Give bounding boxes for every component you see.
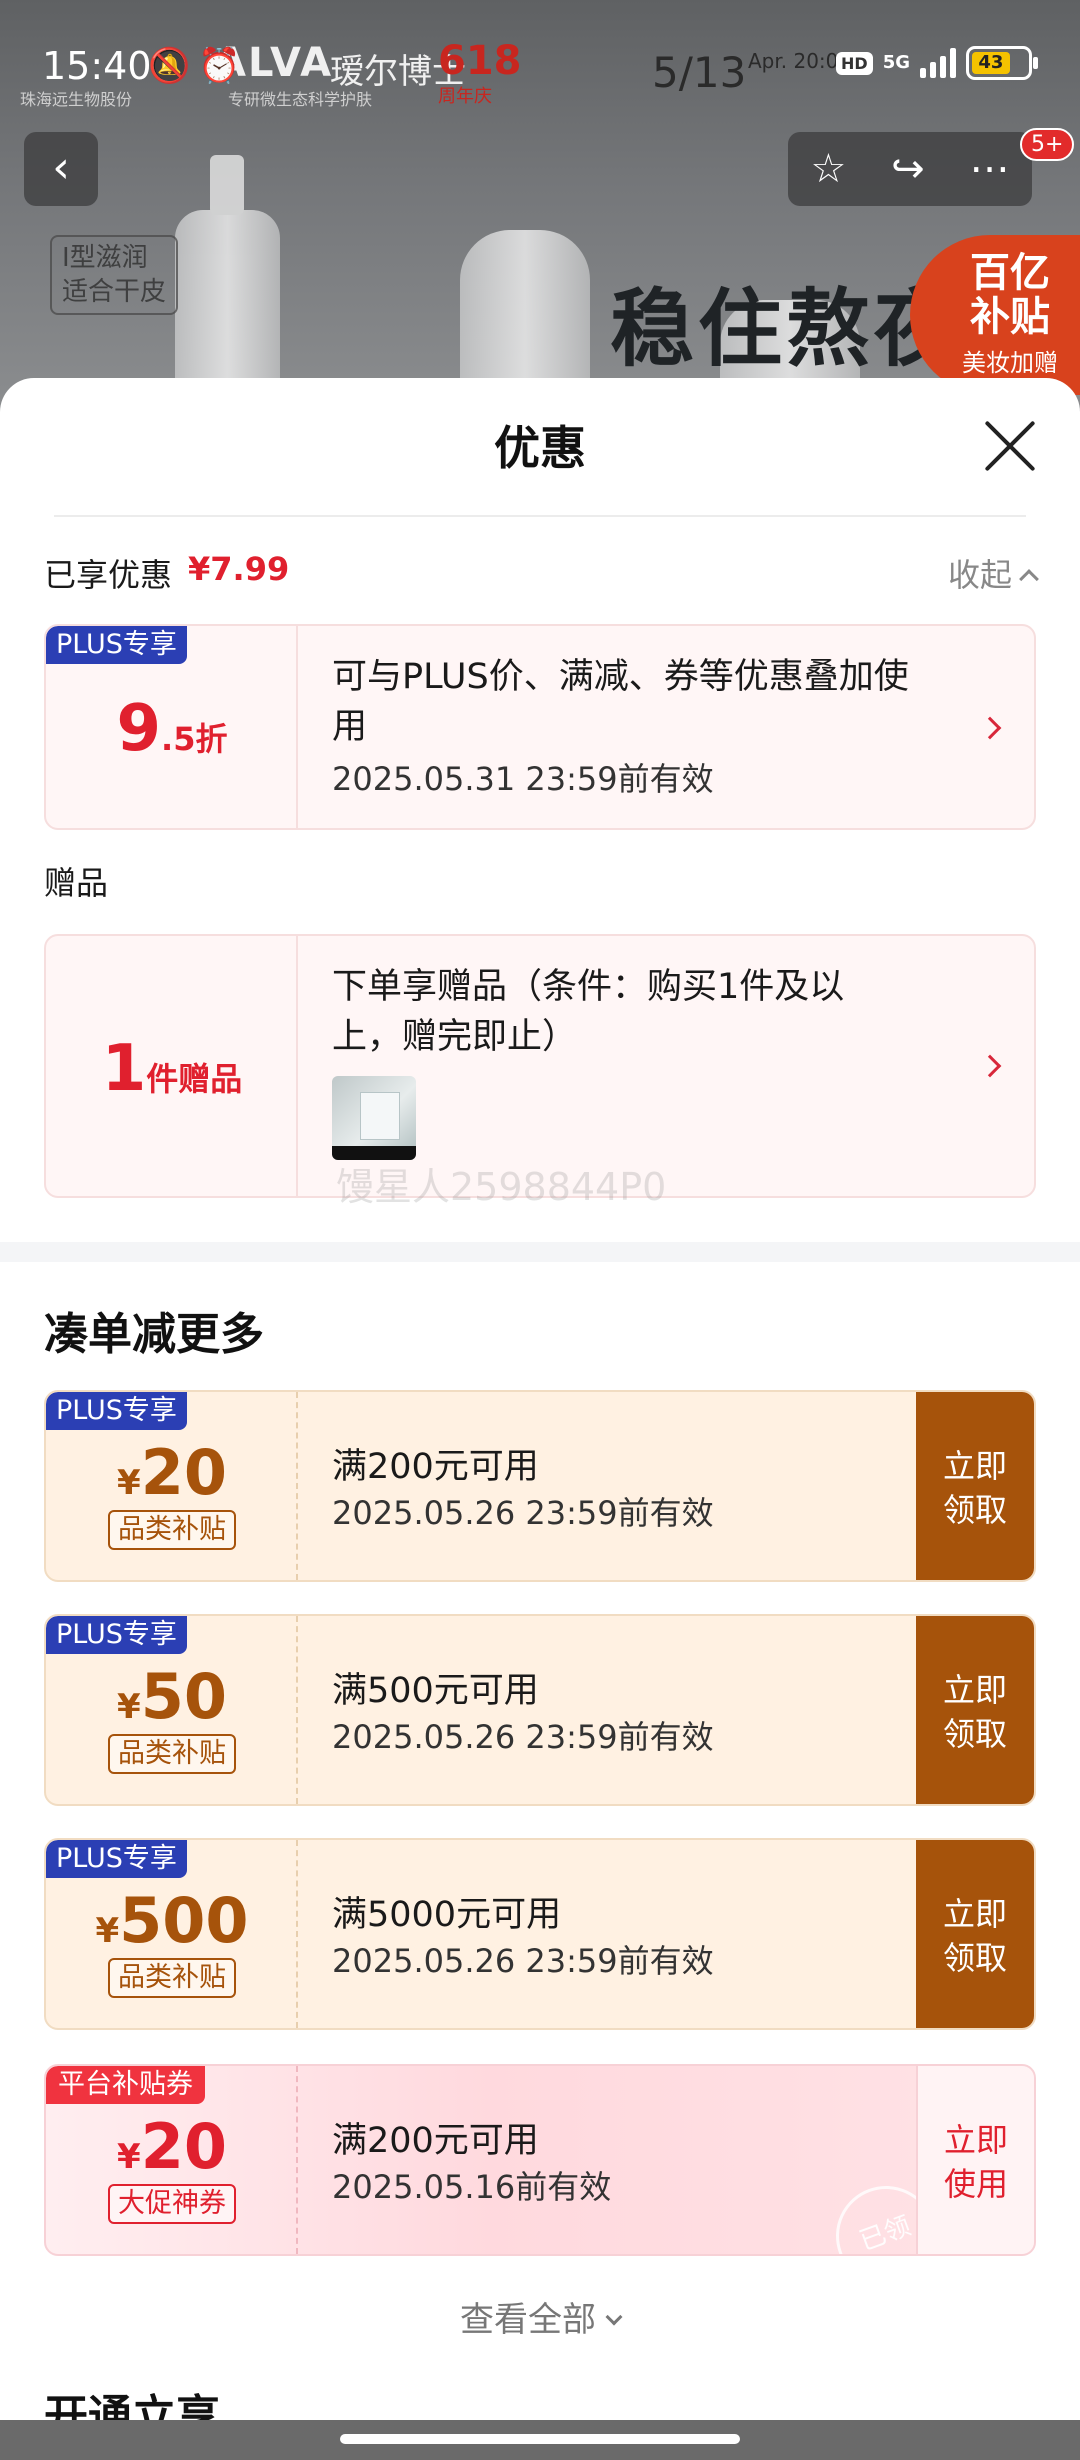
- network-type: 5G: [882, 52, 910, 73]
- star-icon[interactable]: ☆: [810, 146, 846, 192]
- alarm-icon: ⏰: [198, 46, 249, 86]
- use-coupon-button[interactable]: 立即 使用: [916, 2066, 1034, 2254]
- claim-coupon-button[interactable]: 立即 领取: [916, 1840, 1034, 2028]
- enjoyed-label: 已享优惠: [44, 556, 173, 594]
- claim-coupon-button[interactable]: 立即 领取: [916, 1616, 1034, 1804]
- hd-icon: HD: [836, 51, 873, 75]
- coupon-amount: ¥20: [117, 2110, 227, 2183]
- chevron-down-icon: [605, 2308, 623, 2326]
- coupon-condition: 满200元可用: [332, 2121, 539, 2161]
- chevron-right-icon: [978, 1054, 1002, 1078]
- message-count-badge: 5+: [1020, 128, 1075, 161]
- platform-coupon-card: 平台补贴券 ¥20 大促神券 满200元可用 2025.05.16前有效 已领 …: [44, 2064, 1036, 2256]
- skin-type-tag: I型滋润 适合干皮: [50, 235, 179, 315]
- plus-tag: PLUS专享: [46, 626, 187, 664]
- chevron-up-icon: [1019, 569, 1039, 589]
- coupon-valid-date: 2025.05.26 23:59前有效: [332, 1942, 714, 1980]
- gift-description: 下单享赠品（条件：购买1件及以上，赠完即止）: [332, 967, 845, 1057]
- gift-section-label: 赠品: [44, 864, 109, 902]
- discount-description: 可与PLUS价、满减、券等优惠叠加使用: [332, 657, 909, 747]
- sheet-title: 优惠: [494, 421, 586, 475]
- close-icon[interactable]: [982, 418, 1038, 474]
- chevron-left-icon: ‹: [52, 142, 70, 193]
- chevron-right-icon: [978, 716, 1002, 740]
- gift-product-image: [332, 1076, 416, 1160]
- coupon-condition: 满500元可用: [332, 1671, 539, 1711]
- coupon-amount: ¥50: [117, 1660, 227, 1733]
- coupon-amount: ¥20: [117, 1436, 227, 1509]
- discount-value: 9.5折: [116, 692, 228, 766]
- nav-actions: ☆ ↪ ⋯: [788, 132, 1032, 206]
- coupon-condition: 满5000元可用: [332, 1895, 562, 1935]
- plus-tag: PLUS专享: [46, 1616, 187, 1654]
- coupon-kind-badge: 大促神券: [108, 2184, 236, 2224]
- battery-icon: 43: [966, 46, 1038, 80]
- coupon-kind-badge: 品类补贴: [108, 1510, 236, 1550]
- claim-coupon-button[interactable]: 立即 领取: [916, 1392, 1034, 1580]
- enjoyed-discount-row: 已享优惠 ¥7.99 收起: [44, 546, 1039, 596]
- home-indicator[interactable]: [340, 2434, 740, 2444]
- coupon-card: PLUS专享 ¥50 品类补贴 满500元可用 2025.05.26 23:59…: [44, 1614, 1036, 1806]
- more-discount-title: 凑单减更多: [44, 1309, 264, 1360]
- coupon-valid-date: 2025.05.16前有效: [332, 2168, 612, 2206]
- signal-icon: [920, 48, 956, 78]
- gift-count: 1件赠品: [101, 1032, 243, 1106]
- coupon-card: PLUS专享 ¥20 品类补贴 满200元可用 2025.05.26 23:59…: [44, 1390, 1036, 1582]
- divider: [54, 515, 1026, 517]
- coupon-card: PLUS专享 ¥500 品类补贴 满5000元可用 2025.05.26 23:…: [44, 1838, 1036, 2030]
- coupon-condition: 满200元可用: [332, 1447, 539, 1487]
- plus-tag: PLUS专享: [46, 1840, 187, 1878]
- coupon-kind-badge: 品类补贴: [108, 1734, 236, 1774]
- bell-muted-icon: 🔕: [148, 46, 199, 86]
- open-membership-heading: 开通立享: [44, 2391, 220, 2420]
- plus-tag: PLUS专享: [46, 1392, 187, 1430]
- coupon-kind-badge: 品类补贴: [108, 1958, 236, 1998]
- coupon-valid-date: 2025.05.26 23:59前有效: [332, 1494, 714, 1532]
- share-icon[interactable]: ↪: [891, 146, 925, 192]
- status-bar: 15:40 🔕⏰ HD 5G 43: [0, 40, 1080, 100]
- collapse-button[interactable]: 收起: [948, 550, 1039, 596]
- system-nav-bar: [0, 2420, 1080, 2460]
- platform-subsidy-tag: 平台补贴券: [46, 2066, 205, 2104]
- more-icon[interactable]: ⋯: [970, 146, 1010, 192]
- back-button[interactable]: ‹: [24, 132, 98, 206]
- battery-level: 43: [972, 52, 1010, 74]
- user-watermark: 馒星人2598844P0: [336, 1165, 667, 1209]
- section-divider: [0, 1242, 1080, 1262]
- subsidy-badge: 百亿 补贴 美妆加赠: [910, 235, 1080, 395]
- view-all-button[interactable]: 查看全部: [0, 2292, 1080, 2341]
- coupon-amount: ¥500: [95, 1884, 249, 1957]
- plus-discount-card[interactable]: PLUS专享 9.5折 可与PLUS价、满减、券等优惠叠加使用 2025.05.…: [44, 624, 1036, 830]
- coupon-valid-date: 2025.05.26 23:59前有效: [332, 1718, 714, 1756]
- discount-sheet: 优惠 已享优惠 ¥7.99 收起 PLUS专享 9.5折 可与PLUS价、满减、…: [0, 378, 1080, 2420]
- discount-valid-date: 2025.05.31 23:59前有效: [332, 760, 714, 798]
- enjoyed-amount: ¥7.99: [188, 550, 290, 588]
- status-time: 15:40: [42, 44, 152, 88]
